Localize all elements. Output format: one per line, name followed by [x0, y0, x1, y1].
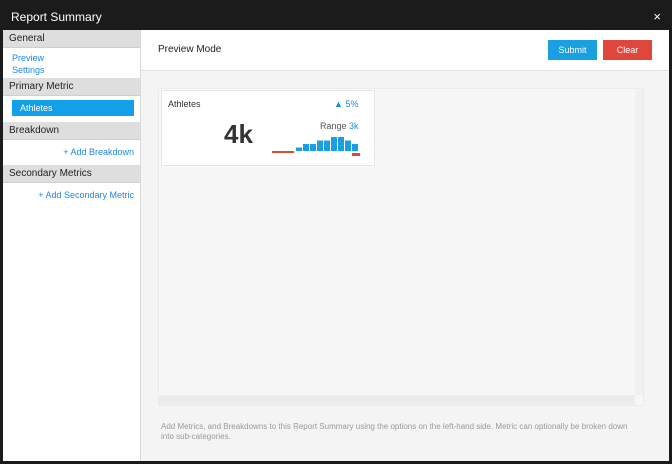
window-body: General Preview Settings Primary Metric … — [3, 30, 669, 461]
section-breakdown: Breakdown — [3, 122, 140, 140]
add-breakdown-link[interactable]: + Add Breakdown — [3, 146, 140, 158]
sparkline-bar — [352, 144, 358, 151]
horizontal-scrollbar[interactable] — [159, 395, 635, 405]
section-general: General — [3, 30, 140, 48]
sparkline-low-marker — [272, 151, 294, 153]
sidebar: General Preview Settings Primary Metric … — [3, 30, 141, 461]
close-icon[interactable]: × — [653, 9, 661, 24]
sparkline-chart — [272, 137, 360, 156]
trend-value: 5% — [345, 99, 359, 109]
range-value: 3k — [349, 121, 359, 131]
report-summary-window: Report Summary × General Preview Setting… — [0, 0, 672, 464]
primary-metric-selected[interactable]: Athletes — [12, 100, 134, 116]
section-secondary-metrics: Secondary Metrics — [3, 165, 140, 183]
trend-indicator: ▲ 5% — [334, 99, 358, 109]
sparkline-bar — [324, 140, 330, 151]
sparkline-bar — [303, 144, 309, 151]
sparkline-bar — [317, 140, 323, 151]
metric-value: 4k — [224, 119, 253, 149]
main-header: Preview Mode Submit Clear — [141, 30, 669, 71]
sidebar-item-preview[interactable]: Preview — [3, 52, 140, 64]
mode-label: Preview Mode — [158, 44, 222, 55]
sparkline-bar — [331, 137, 337, 151]
widget-title: Athletes — [168, 99, 201, 109]
sparkline-bar — [338, 137, 344, 151]
add-secondary-metric-link[interactable]: + Add Secondary Metric — [3, 189, 140, 201]
sparkline-bar — [345, 140, 351, 151]
range-label: Range — [320, 121, 347, 131]
section-primary-metric: Primary Metric — [3, 78, 140, 96]
sidebar-item-settings[interactable]: Settings — [3, 64, 140, 76]
main-panel: Preview Mode Submit Clear Athletes ▲ 5% … — [141, 30, 669, 461]
clear-button[interactable]: Clear — [603, 40, 652, 60]
submit-button[interactable]: Submit — [548, 40, 597, 60]
title-bar: Report Summary × — [3, 3, 669, 30]
metric-widget[interactable]: Athletes ▲ 5% 4k Range 3k — [161, 90, 375, 166]
vertical-scrollbar[interactable] — [635, 89, 643, 395]
footer-note: Add Metrics, and Breakdowns to this Repo… — [161, 422, 628, 441]
sparkline-end-marker — [352, 153, 360, 156]
trend-up-icon: ▲ — [334, 99, 343, 109]
window-title: Report Summary — [11, 9, 102, 24]
sparkline-bar — [310, 144, 316, 151]
sparkline-bar — [296, 147, 302, 151]
